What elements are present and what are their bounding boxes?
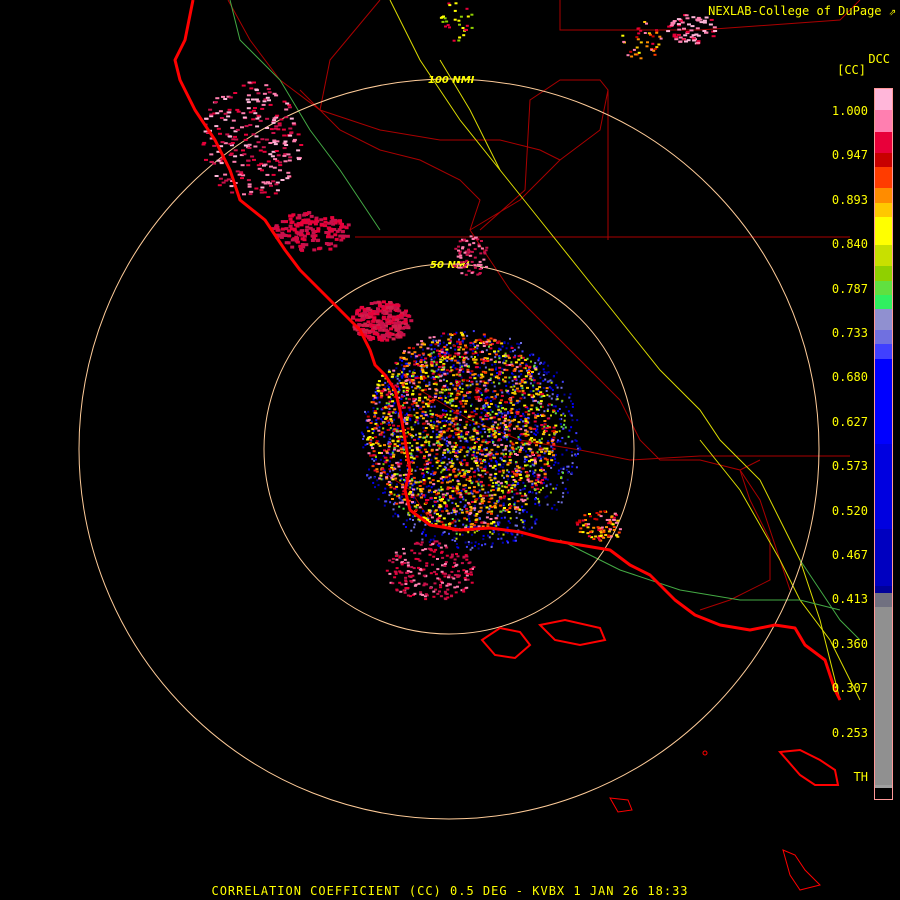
color-scale-tick: 0.787 xyxy=(831,281,868,296)
color-scale-segment xyxy=(875,788,892,799)
color-scale-segment xyxy=(875,167,892,189)
color-scale-segment xyxy=(875,309,892,331)
color-scale-segment xyxy=(875,216,892,246)
color-scale-segment xyxy=(875,266,892,281)
color-scale-segment xyxy=(875,280,892,295)
color-scale-segment xyxy=(875,152,892,168)
radar-map: 50 NMI 100 NMI xyxy=(0,0,900,900)
color-scale-tick: 0.680 xyxy=(831,370,868,385)
color-scale-bar xyxy=(874,88,893,800)
color-scale-tick: 1.000 xyxy=(831,104,868,118)
color-scale-segment xyxy=(875,330,892,345)
color-scale-tick: 0.360 xyxy=(831,636,868,651)
external-link-icon[interactable]: ⇗ xyxy=(889,4,896,18)
color-scale-segment xyxy=(875,131,892,153)
color-scale-segment xyxy=(875,89,892,111)
color-scale-segment xyxy=(875,188,892,203)
color-scale-tick: 0.573 xyxy=(831,459,868,474)
color-scale-segment xyxy=(875,110,892,132)
credit-header[interactable]: NEXLAB-College of DuPage ⇗ xyxy=(708,4,896,18)
color-scale-tick: 0.947 xyxy=(831,148,868,163)
outer-ring-label: 100 NMI xyxy=(428,75,475,86)
color-scale-tick: 0.840 xyxy=(831,237,868,252)
color-scale-segment xyxy=(875,443,892,530)
color-scale-segment xyxy=(875,245,892,267)
color-scale-segment xyxy=(875,529,892,586)
color-scale-segment xyxy=(875,344,892,359)
product-unit: [CC] xyxy=(837,63,866,77)
color-scale-segment xyxy=(875,358,892,444)
color-scale-segment xyxy=(875,585,892,593)
color-scale-tick: 0.253 xyxy=(831,725,868,740)
product-caption: CORRELATION COEFFICIENT (CC) 0.5 DEG - K… xyxy=(211,884,689,898)
color-scale-tick: 0.733 xyxy=(831,326,868,340)
color-scale-tick: 0.307 xyxy=(831,681,868,696)
color-scale-tick: 0.893 xyxy=(831,192,868,207)
credit-text[interactable]: NEXLAB-College of DuPage xyxy=(708,4,881,18)
color-scale-segment xyxy=(875,607,892,785)
color-scale-tick: 0.413 xyxy=(831,592,868,607)
color-scale-segment xyxy=(875,294,892,309)
color-scale-tick: 0.520 xyxy=(831,503,868,518)
product-code: DCC xyxy=(868,52,890,66)
color-scale-segment xyxy=(875,202,892,217)
color-scale-tick: 0.627 xyxy=(831,414,868,429)
color-scale-tick: TH xyxy=(853,770,868,784)
color-scale-tick: 0.467 xyxy=(831,548,868,562)
color-scale-segment xyxy=(875,592,892,608)
